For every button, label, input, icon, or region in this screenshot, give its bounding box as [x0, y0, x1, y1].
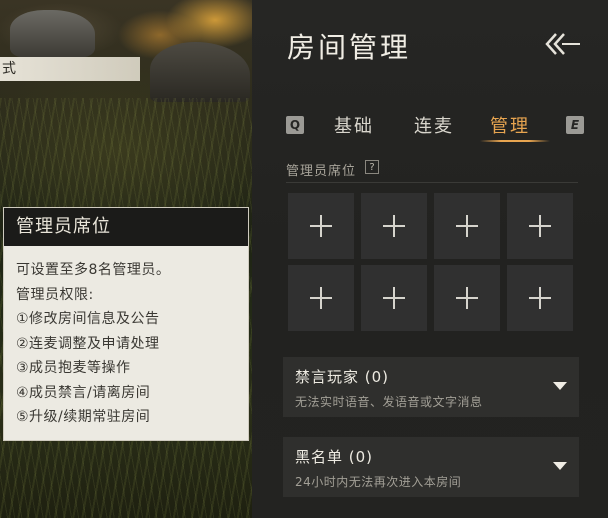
admin-slot[interactable] — [434, 193, 500, 259]
tooltip-line: ①修改房间信息及公告 — [16, 311, 160, 327]
tab-basic[interactable]: 基础 — [334, 112, 374, 138]
double-chevron-left-arrow-icon — [545, 33, 580, 55]
admin-seat-tooltip: 管理员席位 可设置至多8名管理员。 管理员权限: ①修改房间信息及公告 ②连麦调… — [3, 207, 249, 441]
plus-icon — [310, 215, 332, 237]
dropdown-title: 禁言玩家 (0) — [295, 368, 390, 386]
plus-icon — [456, 215, 478, 237]
tooltip-line: ②连麦调整及申请处理 — [16, 335, 160, 352]
dropdown-title: 黑名单 (0) — [295, 448, 374, 466]
scene-label: 式 — [0, 57, 140, 81]
active-tab-indicator — [480, 140, 550, 142]
admin-slot[interactable] — [434, 265, 500, 331]
plus-icon — [383, 287, 405, 309]
blacklist-dropdown[interactable]: 黑名单 (0) 24小时内无法再次进入本房间 — [283, 437, 579, 497]
admin-seat-label: 管理员席位 — [286, 164, 357, 179]
plus-icon — [529, 215, 551, 237]
divider — [286, 182, 578, 183]
tab-manage[interactable]: 管理 — [490, 112, 530, 138]
admin-slot[interactable] — [507, 265, 573, 331]
admin-slot[interactable] — [361, 193, 427, 259]
muted-players-dropdown[interactable]: 禁言玩家 (0) 无法实时语音、发语音或文字消息 — [283, 357, 579, 417]
admin-slot[interactable] — [507, 193, 573, 259]
page-title: 房间管理 — [287, 31, 412, 64]
tooltip-line: ⑤升级/续期常驻房间 — [16, 409, 151, 425]
dropdown-subtitle: 24小时内无法再次进入本房间 — [295, 475, 462, 489]
key-hint-e: E — [566, 116, 584, 134]
tooltip-line: ③成员抱麦等操作 — [16, 360, 131, 376]
tooltip-title: 管理员席位 — [4, 208, 248, 246]
caret-down-icon — [553, 382, 567, 390]
tooltip-line: 可设置至多8名管理员。 — [16, 262, 171, 278]
admin-slot[interactable] — [288, 193, 354, 259]
admin-slot[interactable] — [361, 265, 427, 331]
rock-decoration — [10, 10, 95, 58]
back-button[interactable] — [542, 30, 582, 58]
help-icon[interactable]: ? — [365, 160, 379, 174]
room-management-panel: 房间管理 Q 基础 连麦 管理 E 管理员席位 ? 禁言玩家 (0) 无法实时语… — [252, 0, 608, 518]
tooltip-line: 管理员权限: — [16, 286, 94, 303]
key-hint-q: Q — [286, 116, 304, 134]
dropdown-subtitle: 无法实时语音、发语音或文字消息 — [295, 395, 483, 409]
rock-decoration — [150, 42, 250, 102]
plus-icon — [383, 215, 405, 237]
plus-icon — [456, 287, 478, 309]
tab-mic[interactable]: 连麦 — [414, 112, 454, 138]
plus-icon — [310, 287, 332, 309]
admin-slot[interactable] — [288, 265, 354, 331]
caret-down-icon — [553, 462, 567, 470]
tooltip-line: ④成员禁言/请离房间 — [16, 384, 151, 401]
plus-icon — [529, 287, 551, 309]
tab-bar: Q 基础 连麦 管理 E — [284, 110, 584, 144]
